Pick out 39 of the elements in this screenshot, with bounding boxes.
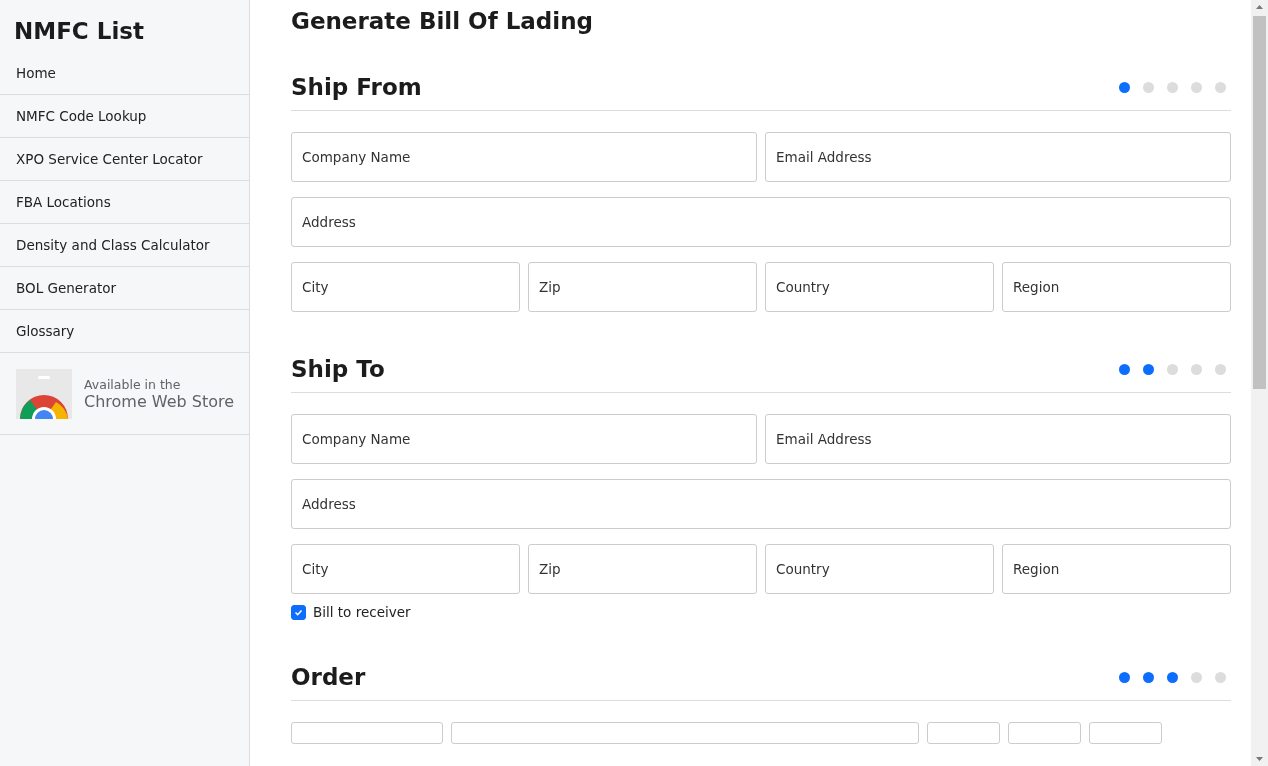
input-field[interactable]: Email Address (765, 414, 1231, 464)
input-field[interactable]: Company Name (291, 414, 757, 464)
section-title: Order (291, 664, 366, 690)
checkbox-label[interactable]: Bill to receiver (291, 604, 1231, 620)
badge-title: Chrome Web Store (84, 392, 235, 411)
sidebar-item[interactable]: FBA Locations (0, 181, 249, 224)
badge-caption: Available in the (84, 377, 182, 392)
input-field[interactable]: Country (765, 262, 994, 312)
store-bag-icon (16, 369, 72, 419)
input-field[interactable]: Email Address (765, 132, 1231, 182)
checkbox[interactable] (291, 604, 306, 620)
section-title: Ship From (291, 74, 422, 100)
input-field[interactable] (927, 722, 1000, 744)
sidebar-item[interactable]: Home (0, 52, 249, 95)
sidebar-item[interactable]: Glossary (0, 310, 249, 353)
sidebar-item[interactable]: XPO Service Center Locator (0, 138, 249, 181)
input-field[interactable] (451, 722, 919, 744)
chrome-web-store-badge[interactable]: Available in the Chrome Web Store (0, 353, 249, 435)
input-field[interactable]: Region (1002, 544, 1231, 594)
sidebar-item[interactable]: NMFC Code Lookup (0, 95, 249, 138)
check-icon (294, 607, 303, 617)
sidebar-item[interactable]: Density and Class Calculator (0, 224, 249, 267)
input-field[interactable]: Company Name (291, 132, 757, 182)
scrollbar[interactable] (1251, 0, 1268, 766)
sidebar-item[interactable]: BOL Generator (0, 267, 249, 310)
input-field[interactable]: City (291, 544, 520, 594)
input-field[interactable]: Zip (528, 544, 757, 594)
input-field[interactable]: Address (291, 479, 1231, 529)
section-title: Ship To (291, 356, 385, 382)
input-field[interactable]: Country (765, 544, 994, 594)
input-field[interactable] (1089, 722, 1162, 744)
input-field[interactable]: Zip (528, 262, 757, 312)
input-field[interactable] (291, 722, 443, 744)
page-title: Generate Bill Of Lading (291, 8, 595, 34)
site-title: NMFC List (13, 17, 145, 46)
input-field[interactable]: Address (291, 197, 1231, 247)
input-field[interactable]: Region (1002, 262, 1231, 312)
input-field[interactable] (1008, 722, 1081, 744)
input-field[interactable]: City (291, 262, 520, 312)
